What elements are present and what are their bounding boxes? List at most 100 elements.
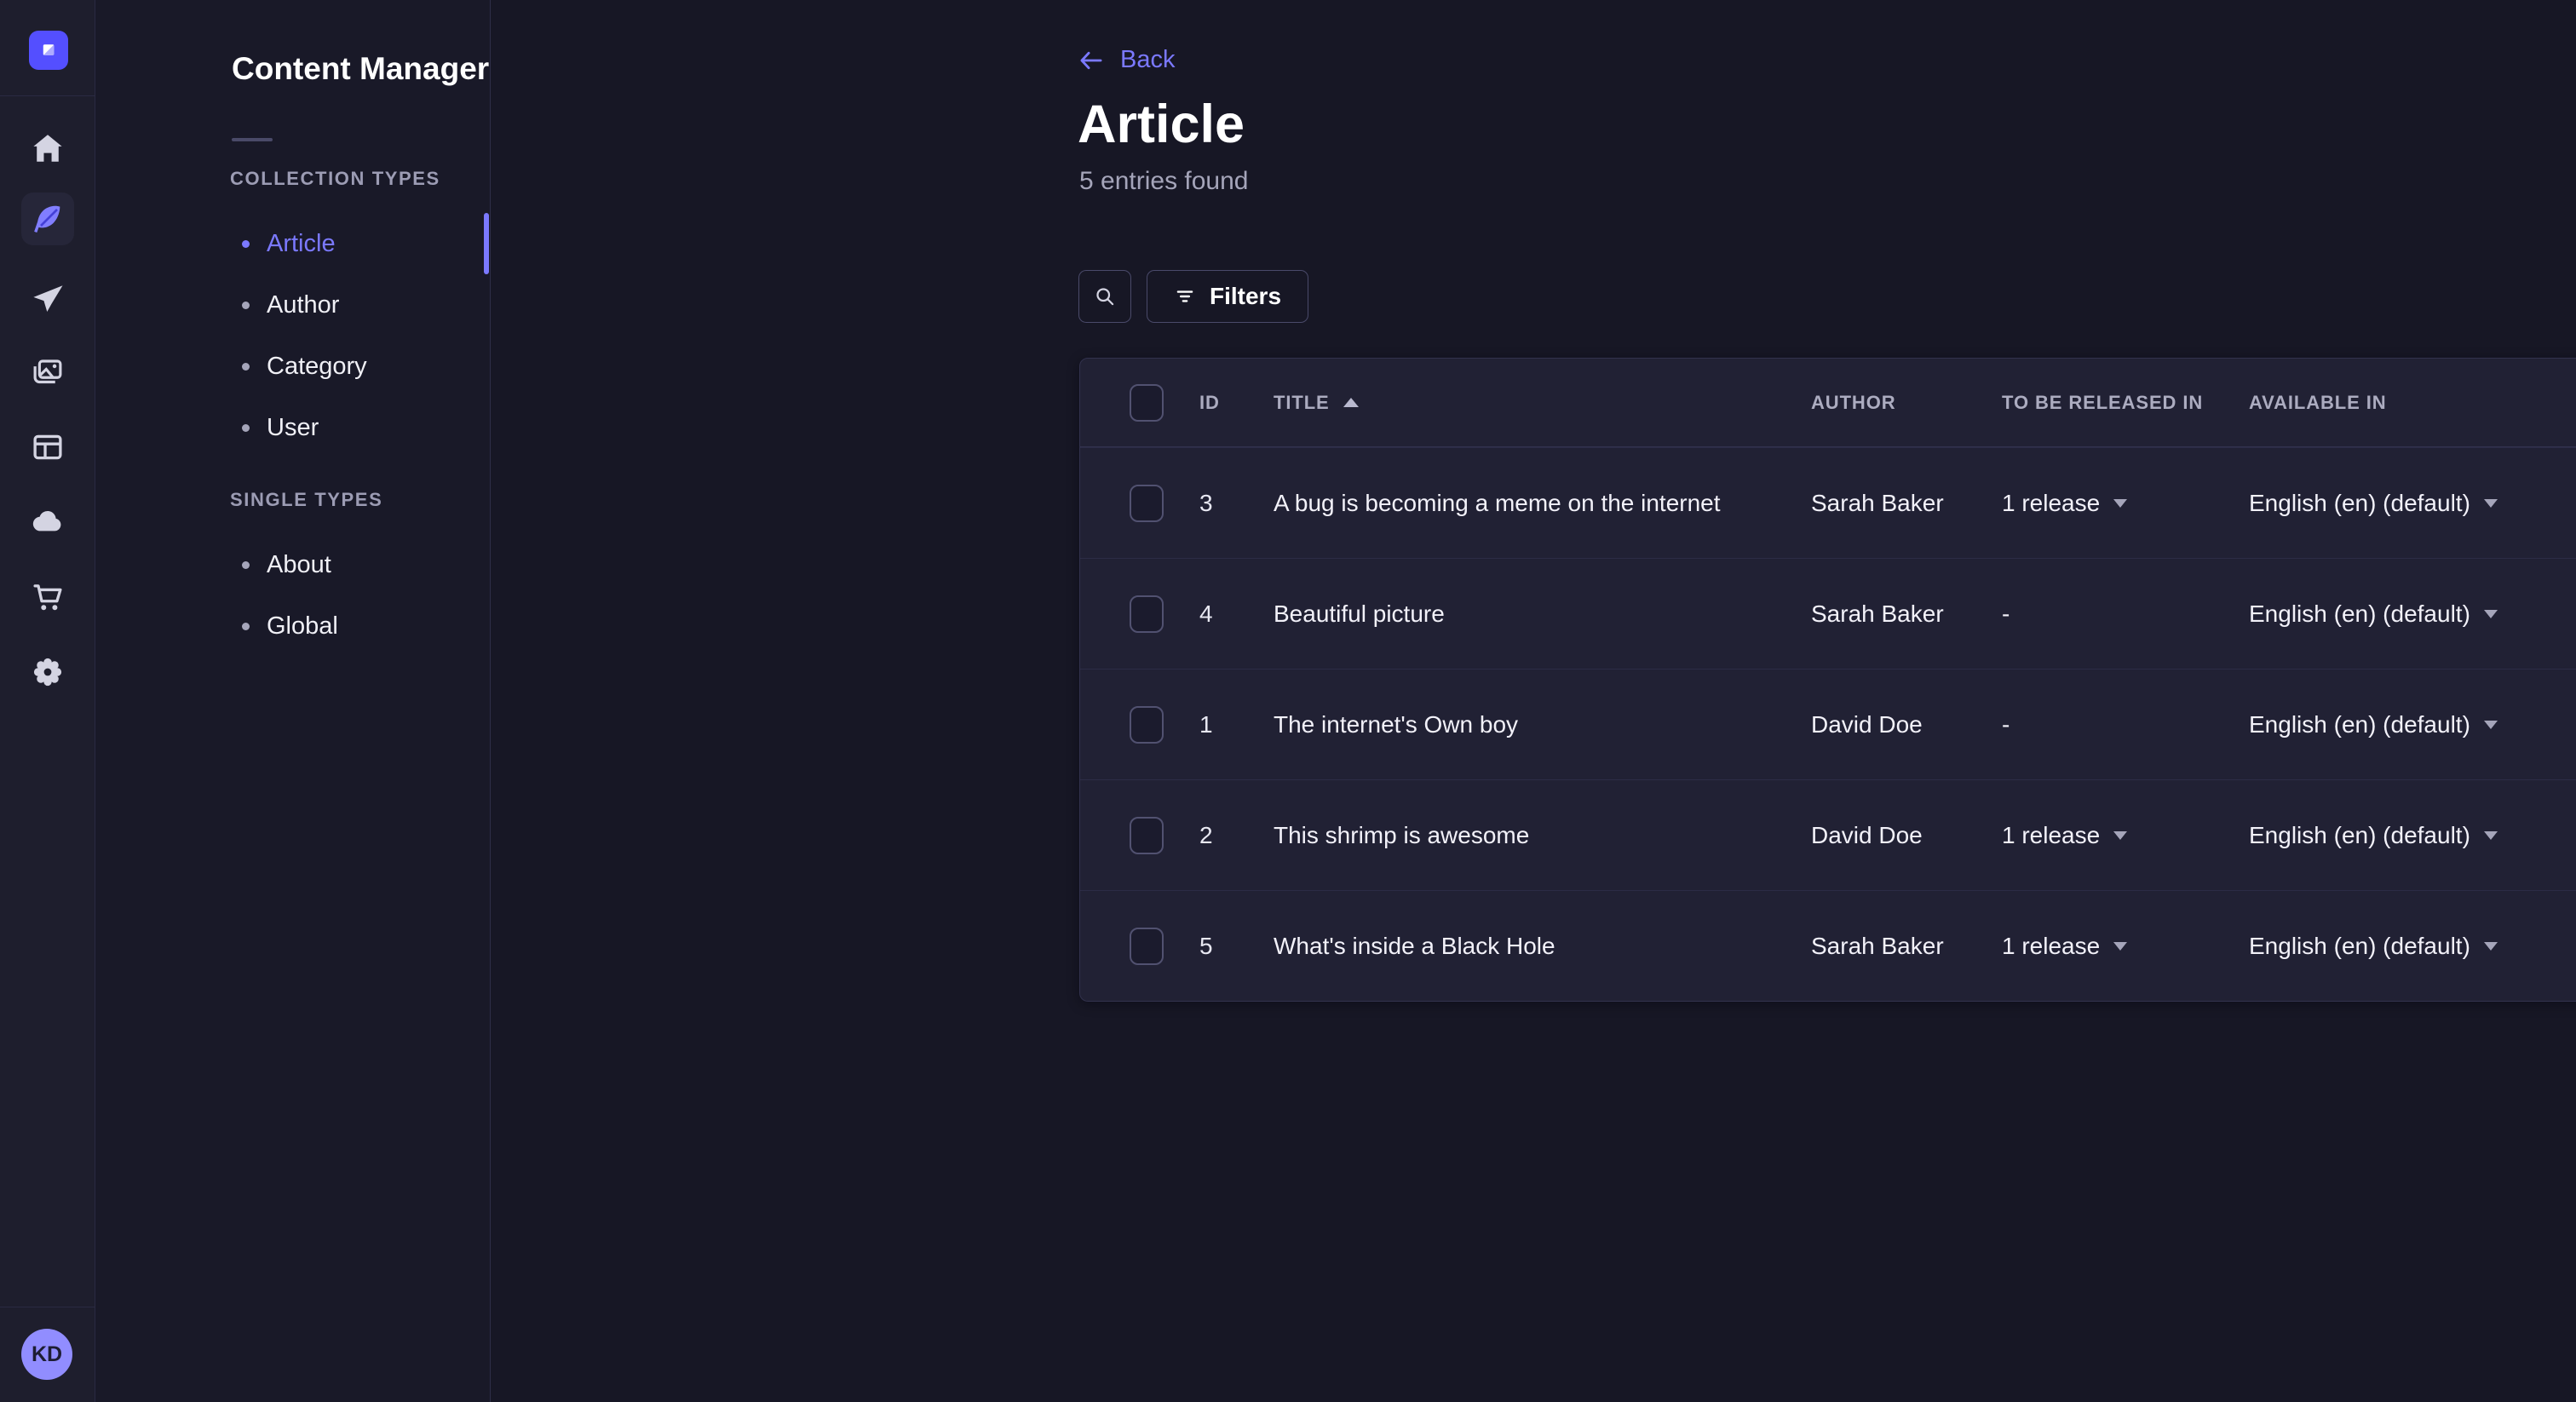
active-item-indicator [484,213,489,274]
cell-id: 5 [1199,933,1274,960]
cart-icon[interactable] [27,577,68,618]
strapi-logo[interactable] [29,31,68,70]
home-icon[interactable] [27,128,68,169]
table-row[interactable]: 3 A bug is becoming a meme on the intern… [1080,447,2576,558]
section-label-single-types: SINGLE TYPES [230,489,382,511]
app-root: KD Content Manager COLLECTION TYPES 4 Ar… [0,0,2576,1402]
column-header-available[interactable]: AVAILABLE IN [2249,392,2576,414]
cell-available-dropdown[interactable]: English (en) (default) [2249,933,2576,960]
cell-title: This shrimp is awesome [1274,822,1811,849]
filter-icon [1174,285,1196,307]
column-header-author[interactable]: AUTHOR [1811,392,2002,414]
select-all-checkbox[interactable] [1130,384,1164,422]
cell-id: 1 [1199,711,1274,738]
bullet-icon [242,561,250,569]
layout-icon[interactable] [27,427,68,468]
sidebar-item-global[interactable]: Global [95,595,491,657]
cell-release: - [2002,711,2249,738]
column-header-title[interactable]: TITLE [1274,392,1330,414]
entries-count: 5 entries found [1079,167,1248,196]
chevron-down-icon [2484,942,2498,951]
cell-title: Beautiful picture [1274,600,1811,628]
paper-plane-icon[interactable] [27,279,68,319]
bullet-icon [242,363,250,371]
arrow-left-icon [1079,49,1103,72]
sidebar-item-category[interactable]: Category [95,336,491,397]
cell-id: 4 [1199,600,1274,628]
sidebar-title: Content Manager [232,51,489,87]
sidebar-item-label: Author [267,291,339,319]
collection-types-list: Article Author Category User [95,213,491,458]
chevron-down-icon [2484,499,2498,508]
bullet-icon [242,240,250,248]
gear-icon[interactable] [27,652,68,692]
row-checkbox[interactable] [1130,595,1164,633]
sidebar-item-author[interactable]: Author [95,274,491,336]
cell-available-dropdown[interactable]: English (en) (default) [2249,600,2576,628]
filters-label: Filters [1210,283,1281,310]
cell-release-dropdown[interactable]: 1 release [2002,822,2249,849]
cloud-icon[interactable] [27,501,68,542]
cell-available-dropdown[interactable]: English (en) (default) [2249,490,2576,517]
main-nav-rail: KD [0,0,95,1402]
cell-title: A bug is becoming a meme on the internet [1274,490,1811,517]
column-header-id[interactable]: ID [1199,392,1274,414]
cell-author: David Doe [1811,822,2002,849]
table-row[interactable]: 1 The internet's Own boy David Doe - Eng… [1080,669,2576,779]
cell-author: Sarah Baker [1811,600,2002,628]
section-label-collection-types: COLLECTION TYPES [230,168,440,190]
bullet-icon [242,424,250,432]
content-manager-sidebar: Content Manager COLLECTION TYPES 4 Artic… [95,0,491,1402]
filters-button[interactable]: Filters [1147,270,1308,323]
table-row[interactable]: 2 This shrimp is awesome David Doe 1 rel… [1080,779,2576,890]
bullet-icon [242,623,250,630]
bullet-icon [242,302,250,309]
cell-author: Sarah Baker [1811,933,2002,960]
sidebar-item-label: About [267,551,331,579]
table-search-button[interactable] [1078,270,1131,323]
chevron-down-icon [2113,942,2127,951]
row-checkbox[interactable] [1130,817,1164,854]
search-icon [1093,284,1117,308]
cell-available-dropdown[interactable]: English (en) (default) [2249,822,2576,849]
content-manager-icon[interactable] [21,192,74,245]
column-header-release[interactable]: TO BE RELEASED IN [2002,392,2249,414]
cell-title: The internet's Own boy [1274,711,1811,738]
sort-ascending-icon [1343,398,1359,407]
cell-id: 2 [1199,822,1274,849]
sidebar-item-label: Article [267,230,336,258]
back-label: Back [1120,46,1175,74]
cell-release: - [2002,600,2249,628]
table-header-row: ID TITLE AUTHOR TO BE RELEASED IN AVAILA… [1080,359,2576,447]
row-checkbox[interactable] [1130,706,1164,744]
cell-available-dropdown[interactable]: English (en) (default) [2249,711,2576,738]
media-images-icon[interactable] [27,353,68,394]
main-content: Back Article 5 entries found Create new … [492,0,2576,1402]
chevron-down-icon [2484,610,2498,618]
sidebar-item-label: Category [267,353,367,381]
sidebar-divider-dash [232,138,273,141]
page-title: Article [1078,94,1245,155]
cell-title: What's inside a Black Hole [1274,933,1811,960]
row-checkbox[interactable] [1130,928,1164,965]
cell-author: David Doe [1811,711,2002,738]
sidebar-item-about[interactable]: About [95,534,491,595]
chevron-down-icon [2484,831,2498,840]
cell-release-dropdown[interactable]: 1 release [2002,933,2249,960]
table-row[interactable]: 4 Beautiful picture Sarah Baker - Englis… [1080,558,2576,669]
single-types-list: About Global [95,534,491,657]
user-avatar[interactable]: KD [21,1329,72,1380]
chevron-down-icon [2113,499,2127,508]
chevron-down-icon [2484,721,2498,729]
entries-table: ID TITLE AUTHOR TO BE RELEASED IN AVAILA… [1079,358,2576,1002]
sidebar-item-user[interactable]: User [95,397,491,458]
sidebar-item-article[interactable]: Article [95,213,491,274]
chevron-down-icon [2113,831,2127,840]
cell-id: 3 [1199,490,1274,517]
cell-author: Sarah Baker [1811,490,2002,517]
row-checkbox[interactable] [1130,485,1164,522]
table-row[interactable]: 5 What's inside a Black Hole Sarah Baker… [1080,890,2576,1001]
sidebar-item-label: User [267,414,319,442]
back-link[interactable]: Back [1079,46,1175,74]
cell-release-dropdown[interactable]: 1 release [2002,490,2249,517]
